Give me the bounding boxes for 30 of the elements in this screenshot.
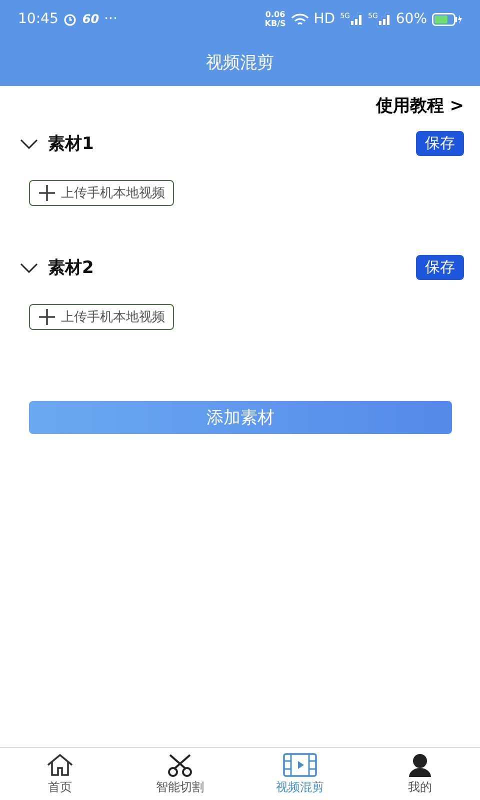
section-title: 素材1	[48, 133, 94, 155]
nav-tab[interactable]: 我的	[360, 748, 480, 800]
refresh-rate: 60	[82, 12, 100, 26]
page-title: 视频混剪	[205, 52, 275, 74]
status-time: 10:45	[18, 11, 58, 27]
signal-icon	[378, 14, 391, 24]
more-dots: ···	[104, 11, 118, 27]
nav-tab[interactable]: 首页	[0, 748, 120, 800]
upload-button[interactable]: 上传手机本地视频	[29, 180, 174, 206]
network-speed: 0.06 KB/S	[264, 10, 286, 28]
film-icon	[283, 752, 317, 776]
plus-icon	[38, 184, 56, 202]
scissors-icon	[166, 752, 194, 776]
upload-button[interactable]: 上传手机本地视频	[29, 304, 174, 330]
save-button[interactable]: 保存	[416, 255, 464, 280]
chevron-icon[interactable]	[20, 138, 38, 148]
plus-icon	[38, 308, 56, 326]
person-icon	[406, 752, 434, 776]
save-button[interactable]: 保存	[416, 131, 464, 156]
home-icon	[46, 752, 74, 776]
hd-indicator: HD	[314, 11, 336, 27]
signal-icon	[350, 14, 363, 24]
section-title: 素材2	[48, 257, 94, 279]
chevron-icon[interactable]	[20, 262, 38, 272]
wifi-icon	[290, 12, 309, 26]
battery-percent: 60%	[396, 11, 427, 27]
nav-tab[interactable]: 智能切割	[120, 748, 240, 800]
tutorial-link[interactable]: 使用教程 >	[376, 94, 464, 117]
battery-icon	[432, 12, 462, 26]
alarm-clock-icon	[63, 12, 78, 26]
